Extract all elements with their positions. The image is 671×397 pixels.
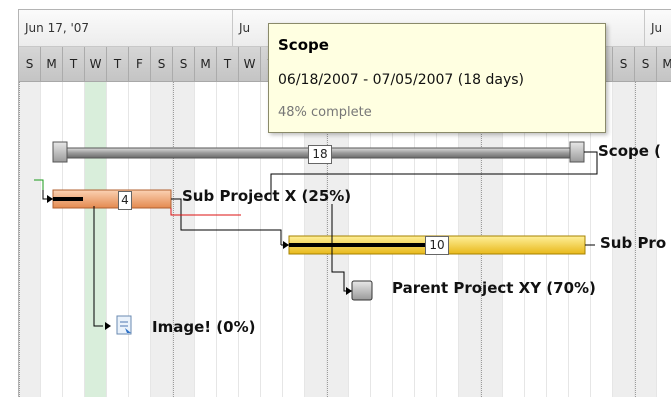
day-header-cell: W (239, 47, 261, 81)
day-header-cell: S (173, 47, 195, 81)
task-tooltip: Scope 06/18/2007 - 07/05/2007 (18 days) … (268, 23, 606, 133)
scope-end-cap (569, 141, 585, 163)
tooltip-title: Scope (278, 36, 329, 54)
day-header-cell: S (613, 47, 635, 81)
document-icon (116, 315, 132, 335)
day-header-cell: W (85, 47, 107, 81)
sub-project-y-duration: 10 (425, 236, 449, 255)
gantt-chart: Jun 17, '07 Ju Ju SMTWTFSSMTWTFSSMTWTFSS… (18, 9, 671, 397)
day-header-cell: T (217, 47, 239, 81)
week-header-1: Jun 17, '07 (19, 10, 233, 46)
parent-project-xy-bar[interactable] (351, 280, 373, 301)
scope-duration: 18 (308, 145, 332, 164)
week-header-3: Ju (645, 10, 671, 46)
sub-project-y-label: Sub Pro (600, 234, 667, 252)
day-header-cell: F (129, 47, 151, 81)
start-marker (34, 179, 44, 190)
tooltip-percent-complete: 48% complete (278, 105, 372, 120)
day-header-cell: T (63, 47, 85, 81)
sub-project-x-label: Sub Project X (25%) (182, 187, 352, 205)
day-header-cell: S (635, 47, 657, 81)
scope-label: Scope ( (598, 142, 661, 160)
day-header-cell: T (107, 47, 129, 81)
day-header-cell: M (41, 47, 63, 81)
day-header-cell: M (657, 47, 671, 81)
scope-start-cap (52, 141, 68, 163)
day-header-cell: S (151, 47, 173, 81)
sub-project-x-duration: 4 (118, 191, 132, 210)
sub-project-y-progress (289, 243, 425, 247)
parent-project-xy-label: Parent Project XY (70%) (392, 279, 596, 297)
tooltip-date-range: 06/18/2007 - 07/05/2007 (18 days) (278, 72, 525, 88)
sub-project-x-progress (53, 197, 83, 201)
image-task-label: Image! (0%) (152, 318, 256, 336)
day-header-cell: M (195, 47, 217, 81)
day-header-cell: S (19, 47, 41, 81)
